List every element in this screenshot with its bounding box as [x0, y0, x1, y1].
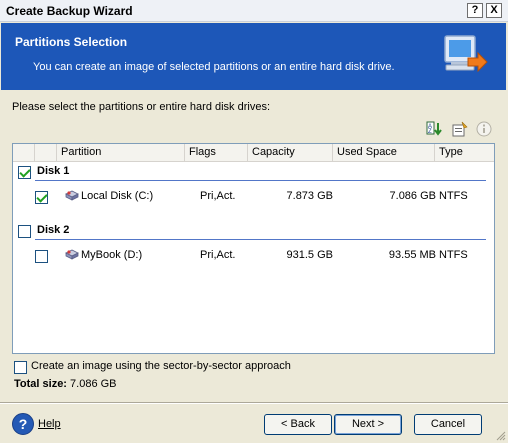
back-button[interactable]: < Back: [264, 414, 332, 435]
group-divider: [35, 180, 486, 181]
disk-group-2: Disk 2: [13, 222, 494, 240]
wizard-window: Create Backup Wizard ? X Partitions Sele…: [0, 0, 508, 443]
help-link[interactable]: Help: [38, 418, 61, 430]
disk-group-1: Disk 1: [13, 163, 494, 181]
partition-type: NTFS: [439, 190, 468, 202]
header-subtitle: You can create an image of selected part…: [33, 61, 395, 73]
header-title: Partitions Selection: [15, 35, 128, 49]
close-button[interactable]: X: [486, 3, 502, 18]
svg-text:Z: Z: [428, 129, 432, 135]
sector-by-sector-checkbox[interactable]: [14, 361, 27, 374]
partition-flags: Pri,Act.: [200, 249, 236, 261]
help-icon[interactable]: ?: [12, 413, 34, 435]
column-header-type[interactable]: Type: [435, 144, 494, 162]
partition-flags: Pri,Act.: [200, 190, 236, 202]
partition-type: NTFS: [439, 249, 468, 261]
column-header-partition[interactable]: Partition: [57, 144, 185, 162]
column-header-blank: [35, 144, 57, 162]
disk-2-label: Disk 2: [37, 224, 70, 236]
total-size-label: Total size:: [14, 378, 67, 390]
partition-capacity: 7.873 GB: [286, 190, 333, 202]
sector-by-sector-label[interactable]: Create an image using the sector-by-sect…: [31, 360, 291, 372]
next-button[interactable]: Next >: [334, 414, 402, 435]
column-header-row: Partition Flags Capacity Used Space Type: [13, 144, 494, 162]
disk-1-checkbox[interactable]: [18, 166, 31, 179]
partitions-grid[interactable]: Partition Flags Capacity Used Space Type…: [12, 143, 495, 354]
sort-icon[interactable]: A Z: [426, 121, 444, 137]
monitor-icon: [444, 35, 488, 73]
partition-used-space: 7.086 GB: [389, 190, 436, 202]
info-icon[interactable]: [476, 121, 494, 137]
partition-icon: [65, 190, 79, 201]
disk-1-label: Disk 1: [37, 165, 70, 177]
partition-name: Local Disk (C:): [81, 190, 154, 202]
cancel-button[interactable]: Cancel: [414, 414, 482, 435]
group-divider: [35, 239, 486, 240]
footer-divider: [0, 402, 508, 404]
table-row[interactable]: Local Disk (C:) Pri,Act. 7.873 GB 7.086 …: [13, 185, 494, 209]
total-size: Total size: 7.086 GB: [14, 378, 117, 390]
partition-used-space: 93.55 MB: [388, 249, 436, 261]
partition-capacity: 931.5 GB: [286, 249, 333, 261]
total-size-value: 7.086 GB: [70, 378, 117, 390]
partition-d-checkbox[interactable]: [35, 250, 48, 263]
window-title: Create Backup Wizard: [6, 4, 133, 18]
selection-prompt: Please select the partitions or entire h…: [12, 101, 271, 113]
partition-c-checkbox[interactable]: [35, 191, 48, 204]
resize-grip-icon[interactable]: [496, 431, 506, 441]
column-header-flags[interactable]: Flags: [185, 144, 248, 162]
disk-2-checkbox[interactable]: [18, 225, 31, 238]
column-header-capacity[interactable]: Capacity: [248, 144, 333, 162]
partition-name: MyBook (D:): [81, 249, 143, 261]
partition-icon: [65, 249, 79, 260]
properties-icon[interactable]: [451, 121, 469, 137]
title-bar: Create Backup Wizard ? X: [0, 0, 508, 22]
help-title-button[interactable]: ?: [467, 3, 483, 18]
column-header-used-space[interactable]: Used Space: [333, 144, 435, 162]
column-header-check: [13, 144, 35, 162]
wizard-header: Partitions Selection You can create an i…: [1, 23, 506, 90]
table-row[interactable]: MyBook (D:) Pri,Act. 931.5 GB 93.55 MB N…: [13, 244, 494, 268]
